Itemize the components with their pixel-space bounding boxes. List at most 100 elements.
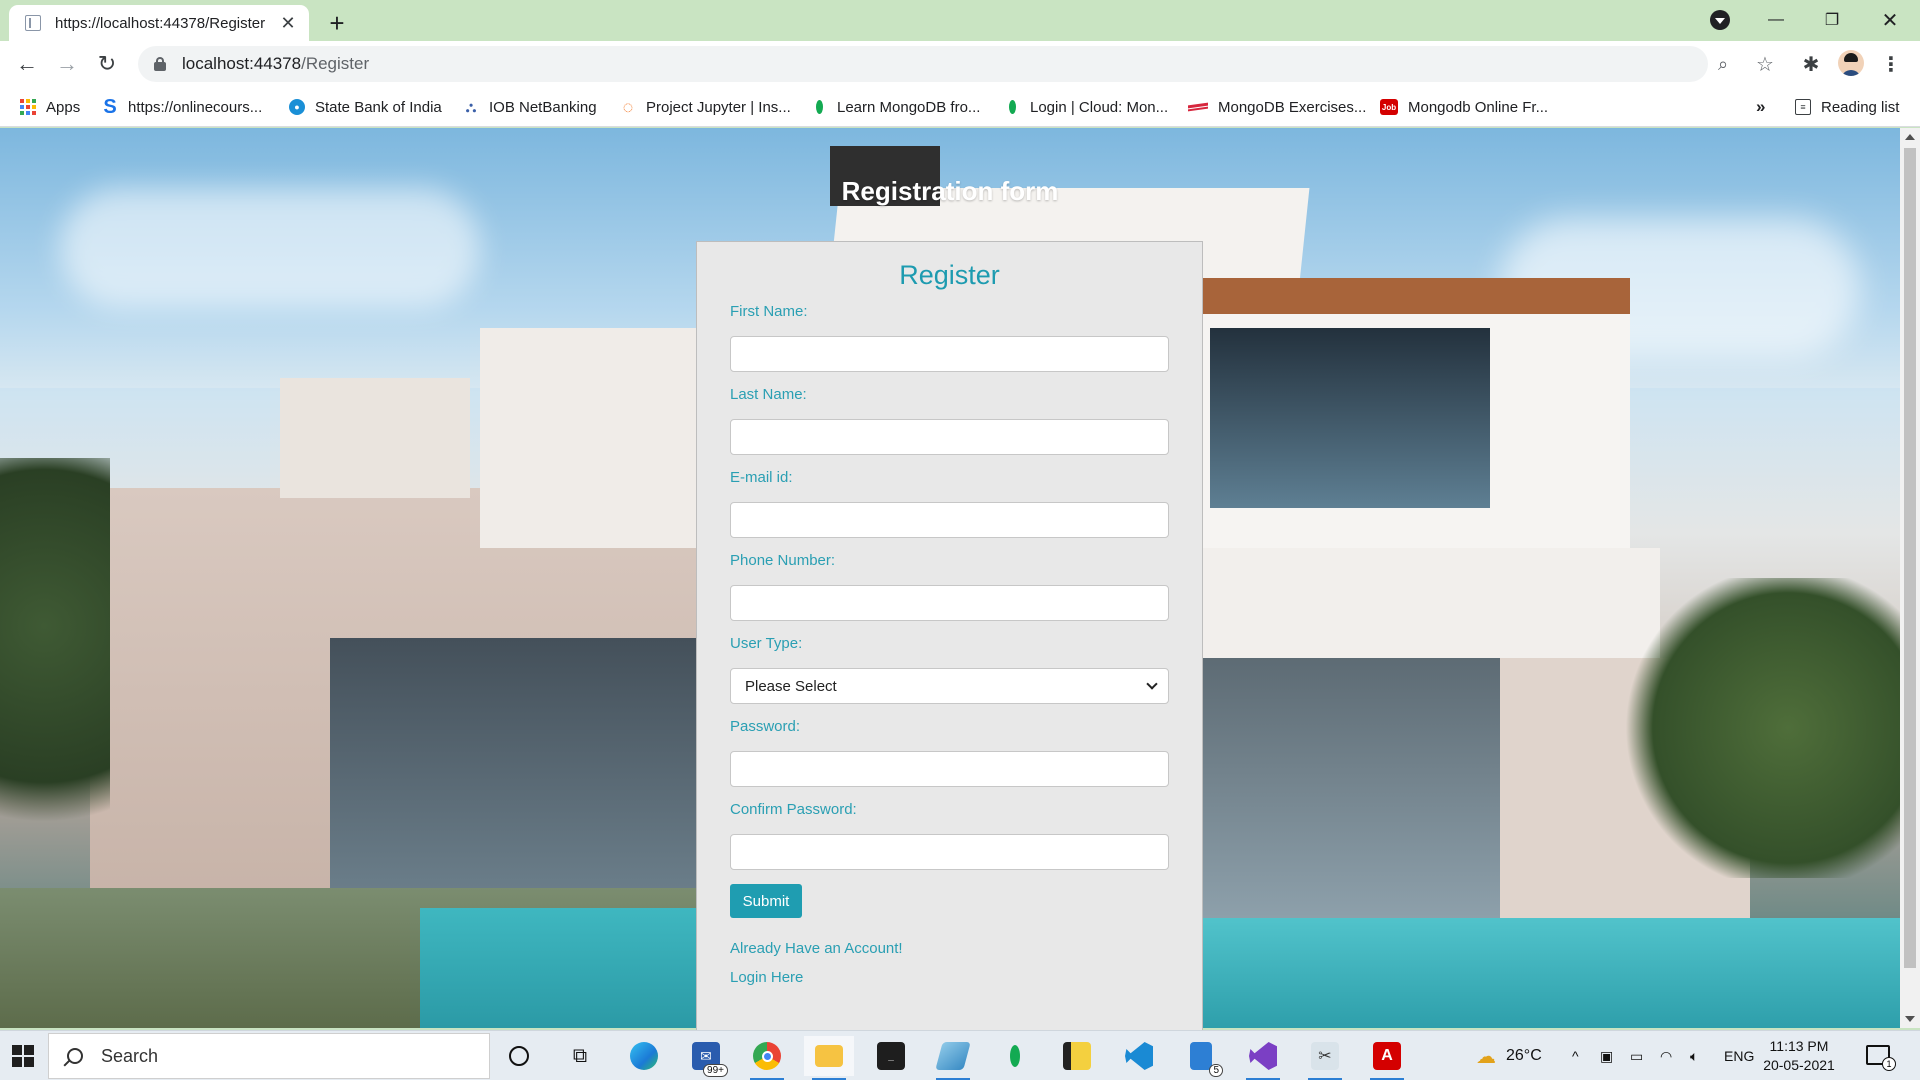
last-name-input[interactable] — [730, 419, 1169, 455]
cortana-button[interactable] — [494, 1036, 544, 1076]
weather-icon: ☁ — [1476, 1045, 1496, 1068]
clock-date: 20-05-2021 — [1763, 1057, 1835, 1073]
profile-avatar[interactable] — [1838, 50, 1864, 76]
taskbar-sticky-notes[interactable] — [1052, 1036, 1102, 1076]
meet-now-icon[interactable]: ▣ — [1600, 1031, 1613, 1080]
notification-center-icon[interactable]: 1 — [1866, 1045, 1896, 1071]
volume-icon[interactable]: 🔈︎ — [1690, 1031, 1698, 1080]
bookmark-sbi[interactable]: ● State Bank of India — [289, 95, 442, 119]
close-tab-icon[interactable]: ✕ — [277, 12, 299, 34]
taskbar-visual-studio[interactable] — [1238, 1036, 1288, 1080]
tab-search-icon[interactable] — [1710, 10, 1730, 30]
login-here-link[interactable]: Login Here — [730, 969, 1169, 987]
folder-icon — [815, 1045, 843, 1067]
phone-input[interactable] — [730, 585, 1169, 621]
bookmark-mongodb-cloud[interactable]: Login | Cloud: Mon... — [1004, 95, 1168, 119]
back-button[interactable]: ← — [12, 49, 42, 79]
bookmark-star-icon[interactable]: ☆ — [1750, 46, 1780, 82]
forward-button[interactable]: → — [52, 49, 82, 79]
user-type-label: User Type: — [730, 635, 803, 652]
battery-icon[interactable]: ▭ — [1630, 1031, 1643, 1080]
reload-button[interactable]: ↻ — [92, 49, 122, 79]
language-indicator[interactable]: ENG — [1724, 1031, 1754, 1080]
windows-taskbar: Search ⧉ ✉ 99+ _ 5 ✂ A ☁ 26°C ^ ▣ ▭ ◠ 🔈︎… — [0, 1030, 1920, 1080]
url-path: /Register — [301, 54, 370, 73]
browser-toolbar: ← → ↻ localhost:44378/Register ⌕ ☆ ✱ ⋮ — [0, 41, 1920, 87]
task-view-icon: ⧉ — [572, 1044, 588, 1067]
data-studio-icon — [935, 1042, 971, 1070]
bookmark-onlinecourses[interactable]: S https://onlinecours... — [102, 95, 262, 119]
bookmarks-bar: Apps S https://onlinecours... ● State Ba… — [0, 87, 1920, 127]
restore-button[interactable]: ❐ — [1804, 0, 1860, 40]
scroll-up-icon[interactable] — [1905, 134, 1915, 140]
page-scrollbar[interactable] — [1900, 128, 1920, 1028]
browser-tab[interactable]: https://localhost:44378/Register ✕ — [9, 5, 309, 41]
new-tab-button[interactable]: + — [323, 8, 351, 38]
palm-tree-image — [0, 458, 110, 878]
password-input[interactable] — [730, 751, 1169, 787]
already-have-account-link[interactable]: Already Have an Account! — [730, 940, 1169, 958]
taskbar-clock[interactable]: 11:13 PM 20-05-2021 — [1762, 1037, 1836, 1075]
taskbar-edge[interactable] — [619, 1036, 669, 1076]
confirm-password-input[interactable] — [730, 834, 1169, 870]
jupyter-logo-icon: ◌ — [622, 96, 634, 117]
bookmark-mongodb-online[interactable]: Job Mongodb Online Fr... — [1380, 95, 1548, 119]
glass-door-image — [1200, 658, 1500, 928]
user-type-select[interactable]: Please Select — [730, 668, 1169, 704]
tab-title: https://localhost:44378/Register — [55, 14, 266, 32]
more-bookmarks-icon[interactable]: » — [1756, 95, 1765, 119]
sticky-notes-icon — [1063, 1042, 1091, 1070]
lock-icon[interactable] — [154, 57, 166, 71]
weather-widget[interactable]: ☁ 26°C — [1476, 1031, 1542, 1080]
tree-image — [1620, 578, 1900, 878]
wifi-icon[interactable]: ◠ — [1660, 1031, 1672, 1080]
taskbar-mongodb-compass[interactable] — [990, 1036, 1040, 1076]
taskbar-mail[interactable]: ✉ 99+ — [681, 1036, 731, 1077]
mongodb-leaf-icon — [1001, 1042, 1029, 1070]
scroll-down-icon[interactable] — [1905, 1016, 1915, 1022]
cortana-icon — [509, 1046, 529, 1066]
zoom-icon[interactable]: ⌕ — [1708, 46, 1738, 82]
mail-badge: 99+ — [703, 1064, 728, 1077]
taskbar-acrobat[interactable]: A — [1362, 1036, 1412, 1080]
bookmark-apps[interactable]: Apps — [20, 95, 80, 119]
taskbar-snipping-tool[interactable]: ✂ — [1300, 1036, 1350, 1080]
password-label: Password: — [730, 718, 801, 735]
extensions-icon[interactable]: ✱ — [1796, 49, 1826, 79]
minimize-button[interactable]: — — [1748, 0, 1804, 40]
taskbar-azure-data-studio[interactable] — [928, 1036, 978, 1080]
user-type-selected-value: Please Select — [745, 677, 837, 695]
taskbar-search-text: Search — [101, 1045, 159, 1066]
scrollbar-thumb[interactable] — [1904, 148, 1916, 968]
task-view-button[interactable]: ⧉ — [555, 1036, 605, 1076]
close-window-button[interactable]: ✕ — [1862, 0, 1918, 40]
last-name-label: Last Name: — [730, 386, 807, 403]
bookmark-mongodb-exercises[interactable]: MongoDB Exercises... — [1188, 95, 1366, 119]
first-name-input[interactable] — [730, 336, 1169, 372]
chrome-icon — [753, 1042, 781, 1070]
files-badge: 5 — [1209, 1064, 1223, 1077]
taskbar-file-explorer[interactable] — [804, 1036, 854, 1080]
mongodb-leaf-icon — [811, 99, 827, 115]
taskbar-chrome[interactable] — [742, 1036, 792, 1080]
windows-start-icon[interactable] — [12, 1045, 34, 1067]
taskbar-terminal[interactable]: _ — [866, 1036, 916, 1076]
taskbar-files[interactable]: 5 — [1176, 1036, 1226, 1077]
bookmark-jupyter[interactable]: ◌ Project Jupyter | Ins... — [620, 95, 791, 119]
email-input[interactable] — [730, 502, 1169, 538]
s-logo-icon: S — [103, 95, 117, 118]
visual-studio-icon — [1249, 1042, 1277, 1070]
bookmark-learn-mongodb[interactable]: Learn MongoDB fro... — [811, 95, 980, 119]
reading-list-button[interactable]: ≡ Reading list — [1795, 95, 1899, 119]
reading-list-icon: ≡ — [1795, 99, 1811, 115]
address-bar[interactable]: localhost:44378/Register ⌕ ☆ — [138, 46, 1774, 82]
taskbar-vscode[interactable] — [1114, 1036, 1164, 1076]
bookmark-iob[interactable]: ⛬ IOB NetBanking — [463, 95, 597, 119]
submit-button[interactable]: Submit — [730, 884, 802, 918]
taskbar-search-box[interactable]: Search — [48, 1033, 490, 1079]
menu-icon[interactable]: ⋮ — [1876, 49, 1906, 79]
show-hidden-icons[interactable]: ^ — [1572, 1031, 1579, 1080]
pool-image — [1200, 918, 1900, 1028]
acrobat-icon: A — [1373, 1042, 1401, 1070]
confirm-password-label: Confirm Password: — [730, 801, 857, 818]
